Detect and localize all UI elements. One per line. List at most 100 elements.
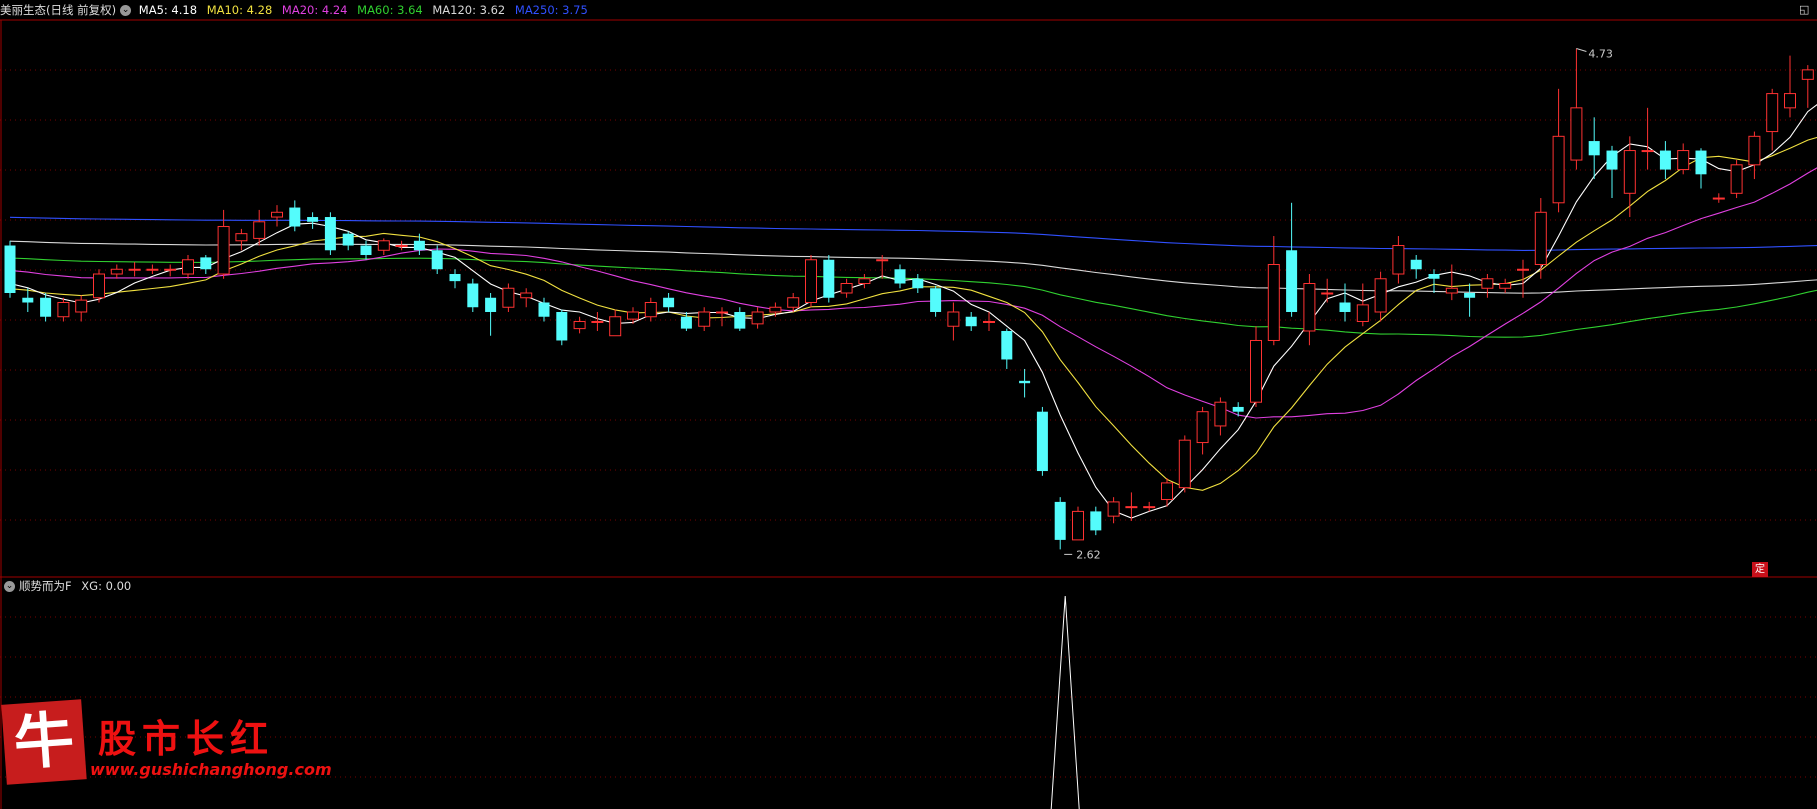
candle [912,274,924,293]
candle-body [538,302,550,317]
indicator-header: ⌄ 顺势而为F XG: 0.00 [0,577,131,595]
logo-glyph: 牛 [1,699,87,785]
candle [57,297,70,322]
candle [876,255,889,279]
candle-body [1801,69,1814,80]
candle-body [1196,411,1209,444]
candle [840,278,853,298]
candle [894,264,906,289]
candle [663,293,675,312]
candle [734,307,746,331]
candle-body [467,283,479,308]
candle-body [805,259,817,303]
candle [1730,160,1743,199]
candle [377,238,390,256]
candle [573,316,586,334]
candle-body [182,259,194,275]
candle-body [1534,211,1547,266]
candle-body [591,320,604,323]
candle-body [22,297,34,303]
candle [1267,236,1280,346]
candle-body [1321,292,1334,295]
candle-body [769,306,782,313]
candle-body [1517,268,1529,271]
candle [75,295,88,322]
candle-body [1641,150,1654,153]
candle-body [57,301,70,318]
candle-body [1125,506,1138,509]
candle [965,311,977,331]
candle [591,311,604,331]
candle [1214,397,1227,436]
candle [1552,88,1565,213]
candle-body [698,311,711,327]
candle-body [1001,330,1013,360]
candle [858,274,871,289]
candle-body [947,311,960,327]
candle-body [1019,380,1031,384]
candle [627,307,639,324]
candle [22,288,34,312]
candle [1623,136,1636,218]
candle-body [1250,339,1262,403]
candle [1801,65,1814,108]
candle [1677,143,1690,175]
candle-body [253,221,266,239]
candle-body [1481,278,1494,289]
candle [307,212,319,229]
candle-body [1784,93,1796,109]
candle-body [485,297,497,312]
candle-body [431,250,443,270]
candle [271,205,283,227]
candle [1464,283,1476,317]
candle-body [983,320,995,323]
candle-body [502,287,515,308]
candle [1712,193,1725,203]
candle-body [1356,304,1369,322]
candle-body [1161,482,1173,501]
candle-body [1214,401,1227,427]
candle-body [1286,250,1298,312]
candle [200,255,212,275]
candle [485,293,497,336]
candle [40,293,52,322]
candle [751,307,764,329]
candle [1499,278,1512,293]
candle-body [1730,164,1743,194]
candle [1695,148,1707,189]
candle-body [1374,278,1387,313]
candle-body [716,311,728,314]
candle-body [1036,411,1048,472]
candle [128,262,141,277]
candle [556,309,568,346]
ma20-line [9,167,1817,419]
candle-body [1552,135,1565,204]
candle-body [1570,107,1583,161]
candle [1606,145,1618,199]
candle-body [930,288,942,312]
candle [1001,328,1013,369]
candle [1659,141,1671,180]
candle-body [823,259,835,298]
candle [520,288,533,308]
candle-body [271,211,283,218]
moving-averages [9,104,1817,519]
candle [1570,48,1583,170]
candle [1090,506,1102,536]
ma5-line [9,104,1817,519]
candle-body [1072,510,1084,541]
candle-body [235,233,248,242]
candle [164,264,177,277]
candle [1641,107,1654,170]
ding-badge[interactable]: 定 [1752,562,1768,577]
chevron-down-icon[interactable]: ⌄ [4,581,15,592]
candle-body [1410,259,1422,270]
candle [1748,131,1761,180]
candle [1072,506,1084,541]
candle-body [164,268,177,271]
candle-body [128,268,141,271]
candle-body [1428,274,1440,279]
candle-body [751,311,764,325]
candle-body [1659,150,1671,170]
candle-body [912,278,924,289]
